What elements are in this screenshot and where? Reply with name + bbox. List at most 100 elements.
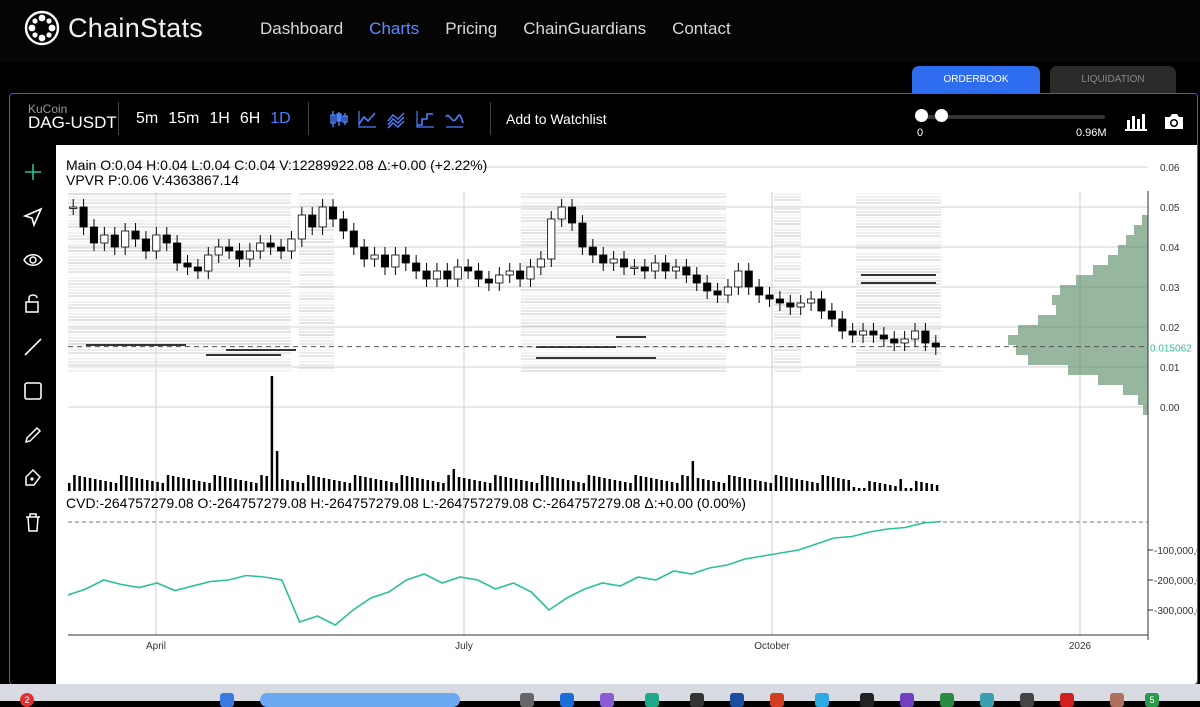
pointer-icon[interactable] bbox=[22, 206, 44, 228]
orderbook-heatmap-band bbox=[68, 232, 291, 234]
volume-bar bbox=[483, 482, 487, 491]
candle bbox=[277, 246, 286, 252]
cvd-tick-label: -100,000,0 bbox=[1154, 546, 1197, 557]
volume-bar bbox=[639, 476, 643, 491]
volume-bar bbox=[151, 481, 154, 491]
volume-bar bbox=[374, 479, 378, 491]
lock-icon[interactable] bbox=[22, 292, 44, 314]
app-icon[interactable] bbox=[560, 693, 574, 707]
timeframe-5m[interactable]: 5m bbox=[136, 110, 158, 128]
last-price-label: 0.015062 bbox=[1150, 344, 1192, 355]
app-icon[interactable] bbox=[980, 693, 994, 707]
line-icon[interactable] bbox=[357, 109, 377, 129]
trendline-icon[interactable] bbox=[22, 336, 44, 358]
app-icon[interactable] bbox=[220, 693, 234, 707]
orderbook-heatmap-band bbox=[774, 241, 801, 243]
app-icon[interactable] bbox=[645, 693, 659, 707]
orderbook-heatmap-band bbox=[774, 286, 801, 288]
app-icon[interactable] bbox=[1020, 693, 1034, 707]
candle bbox=[328, 206, 338, 220]
smooth-icon[interactable] bbox=[444, 109, 464, 129]
timeframe-1h[interactable]: 1H bbox=[209, 110, 229, 128]
orderbook-heatmap-band bbox=[68, 301, 291, 303]
app-icon[interactable] bbox=[940, 693, 954, 707]
area-icon[interactable] bbox=[386, 109, 406, 129]
avatar[interactable] bbox=[1110, 693, 1124, 707]
slider-handle-max[interactable] bbox=[935, 109, 948, 122]
nav-contact[interactable]: Contact bbox=[672, 19, 731, 39]
taskbar-search[interactable] bbox=[260, 693, 460, 707]
app-icon[interactable] bbox=[900, 693, 914, 707]
app-icon[interactable] bbox=[815, 693, 829, 707]
orderbook-heatmap-band bbox=[856, 349, 941, 351]
nav-pricing[interactable]: Pricing bbox=[445, 19, 497, 39]
volume-bar bbox=[171, 476, 175, 491]
orderbook-heatmap-band bbox=[68, 286, 291, 288]
timeframe-15m[interactable]: 15m bbox=[168, 110, 199, 128]
cvd-tick-label: -300,000,0 bbox=[1154, 606, 1197, 617]
candle bbox=[744, 270, 753, 288]
eye-icon[interactable] bbox=[22, 249, 44, 271]
app-icon[interactable] bbox=[770, 693, 784, 707]
pen-icon[interactable] bbox=[22, 467, 44, 489]
pair-label[interactable]: DAG-USDT bbox=[28, 113, 117, 133]
orderbook-heatmap-band bbox=[299, 205, 334, 207]
volume-bar bbox=[187, 479, 191, 491]
nav-dashboard[interactable]: Dashboard bbox=[260, 19, 343, 39]
volume-bar bbox=[99, 480, 102, 491]
camera-icon[interactable] bbox=[1163, 111, 1185, 131]
candle bbox=[755, 286, 764, 296]
candle bbox=[931, 342, 940, 348]
orderbook-heatmap-band bbox=[521, 196, 726, 198]
candles-icon[interactable] bbox=[328, 109, 348, 129]
orderbook-heatmap-band bbox=[856, 361, 941, 363]
app-icon[interactable] bbox=[860, 693, 874, 707]
volume-bar bbox=[873, 482, 876, 491]
volume-bar bbox=[73, 475, 76, 491]
slider-handle-min[interactable] bbox=[915, 109, 928, 122]
app-icon[interactable] bbox=[730, 693, 744, 707]
volume-bar bbox=[800, 480, 804, 491]
volume-bar bbox=[546, 476, 549, 491]
volume-bar bbox=[161, 483, 165, 491]
app-icon[interactable] bbox=[600, 693, 614, 707]
tab-orderbook[interactable]: ORDERBOOK bbox=[912, 66, 1040, 93]
orderbook-heatmap-band bbox=[856, 205, 941, 207]
volume-bar bbox=[431, 481, 435, 491]
pencil-icon[interactable] bbox=[22, 424, 44, 446]
app-icon[interactable] bbox=[1060, 693, 1074, 707]
volume-bar bbox=[421, 479, 424, 491]
brand-logo[interactable]: ChainStats bbox=[24, 10, 203, 46]
tab-liquidation[interactable]: LIQUIDATION bbox=[1050, 66, 1176, 93]
nav-chainguardians[interactable]: ChainGuardians bbox=[523, 19, 646, 39]
notification-badge[interactable]: 2 bbox=[20, 693, 34, 707]
volume-bar bbox=[359, 476, 362, 491]
rectangle-icon[interactable] bbox=[22, 380, 44, 402]
add-to-watchlist-button[interactable]: Add to Watchlist bbox=[506, 111, 607, 127]
vpvr-bar bbox=[1108, 255, 1148, 265]
volume-bar bbox=[249, 482, 253, 491]
app-icon[interactable] bbox=[690, 693, 704, 707]
trash-icon[interactable] bbox=[22, 511, 44, 533]
orderbook-heatmap-band bbox=[774, 355, 801, 357]
bar-chart-icon[interactable] bbox=[1125, 111, 1147, 131]
nav-charts[interactable]: Charts bbox=[369, 19, 419, 39]
orderbook-heatmap-band bbox=[774, 337, 801, 339]
volume-bar bbox=[265, 476, 268, 491]
orderbook-heatmap-band bbox=[774, 214, 801, 216]
timeframe-1d[interactable]: 1D bbox=[270, 110, 290, 128]
step-icon[interactable] bbox=[415, 109, 435, 129]
volume-bar bbox=[203, 482, 206, 491]
chart-plot-area[interactable]: 0.015062 0.06 0.05 0.04 0.03 0.02 0.01 0.00 -100… bbox=[56, 145, 1197, 684]
orderbook-heatmap-band bbox=[856, 298, 941, 300]
volume-bar bbox=[561, 479, 565, 491]
volume-bar bbox=[894, 486, 897, 491]
orderbook-heatmap-band bbox=[299, 283, 334, 285]
orderbook-heatmap-band bbox=[299, 307, 334, 309]
app-icon[interactable] bbox=[520, 693, 534, 707]
timeframe-6h[interactable]: 6H bbox=[240, 110, 260, 128]
app-badge[interactable]: 5 bbox=[1145, 693, 1159, 707]
price-chart[interactable]: 0.015062 0.06 0.05 0.04 0.03 0.02 0.01 0.00 -100… bbox=[56, 145, 1197, 684]
volume-bar bbox=[821, 475, 824, 491]
crosshair-icon[interactable] bbox=[22, 161, 44, 183]
